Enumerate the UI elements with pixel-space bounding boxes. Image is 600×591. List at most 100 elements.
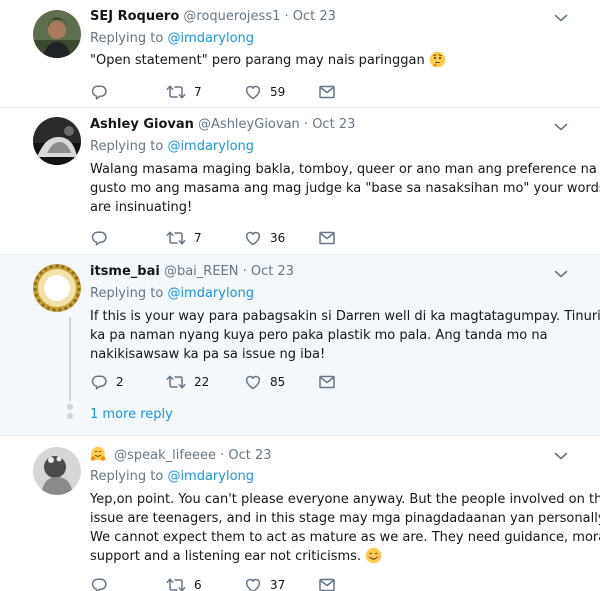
reply-count: 2 bbox=[116, 375, 124, 389]
avatar[interactable] bbox=[33, 447, 81, 495]
separator-dot: · bbox=[242, 264, 247, 279]
replying-prefix: Replying to bbox=[90, 139, 164, 154]
display-name[interactable]: SEJ Roquero bbox=[90, 9, 179, 24]
reply-icon bbox=[90, 229, 108, 247]
thinking-face-emoji bbox=[429, 51, 446, 74]
tweet-text-line: "Open statement" pero parang may nais pa… bbox=[90, 51, 565, 74]
separator-dot: · bbox=[220, 448, 225, 463]
replying-prefix: Replying to bbox=[90, 286, 164, 301]
replying-to-line: Replying to @imdarylong bbox=[90, 139, 254, 154]
tweet-text-line: ka pa naman nyang kuya pero paka plastik… bbox=[90, 328, 548, 343]
like-button[interactable]: 59 bbox=[244, 83, 285, 101]
tweet-date[interactable]: Oct 23 bbox=[312, 117, 355, 132]
user-handle[interactable]: @speak_lifeeee bbox=[114, 448, 216, 463]
like-count: 85 bbox=[270, 375, 286, 389]
replying-to-link[interactable]: @imdarylong bbox=[167, 469, 254, 484]
reply-tweet-4[interactable]: @speak_lifeeee · Oct 23 Replying to @imd… bbox=[0, 436, 600, 591]
direct-message-button[interactable] bbox=[318, 229, 336, 247]
reply-tweet-3[interactable]: itsme_bai @bai_REEN · Oct 23 Replying to… bbox=[0, 255, 600, 436]
reply-tweet-1[interactable]: SEJ Roquero @roquerojess1 · Oct 23 Reply… bbox=[0, 0, 600, 108]
reply-button[interactable] bbox=[90, 576, 108, 591]
user-handle[interactable]: @roquerojess1 bbox=[183, 9, 280, 24]
retweet-count: 22 bbox=[194, 375, 210, 389]
avatar[interactable] bbox=[33, 117, 81, 165]
envelope-icon bbox=[318, 229, 336, 247]
tweet-text: "Open statement" pero parang may nais pa… bbox=[90, 51, 565, 74]
retweet-button[interactable]: 7 bbox=[166, 229, 202, 247]
thread-connector-dot bbox=[67, 404, 73, 410]
heart-icon bbox=[244, 229, 262, 247]
retweet-icon bbox=[166, 83, 186, 101]
replying-to-link[interactable]: @imdarylong bbox=[167, 31, 254, 46]
like-button[interactable]: 36 bbox=[244, 229, 285, 247]
tweet-text: Walang masama maging bakla, tomboy, quee… bbox=[90, 160, 600, 217]
replying-prefix: Replying to bbox=[90, 469, 164, 484]
envelope-icon bbox=[318, 576, 336, 591]
user-handle[interactable]: @bai_REEN bbox=[164, 264, 239, 279]
chevron-down-icon[interactable] bbox=[554, 122, 568, 132]
tweet-text-line: support and a listening ear not criticis… bbox=[90, 547, 565, 570]
direct-message-button[interactable] bbox=[318, 83, 336, 101]
smiling-face-emoji bbox=[365, 547, 382, 570]
reply-button[interactable] bbox=[90, 83, 108, 101]
reply-icon bbox=[90, 373, 108, 391]
replying-to-line: Replying to @imdarylong bbox=[90, 469, 254, 484]
hugging-face-emoji bbox=[90, 446, 106, 466]
like-button[interactable]: 85 bbox=[244, 373, 285, 391]
retweet-button[interactable]: 22 bbox=[166, 373, 209, 391]
tweet-text: If this is your way para pabagsakin si D… bbox=[90, 307, 600, 364]
tweet-text-line: If this is your way para pabagsakin si D… bbox=[90, 309, 600, 324]
retweet-icon bbox=[166, 229, 186, 247]
envelope-icon bbox=[318, 83, 336, 101]
tweet-text-line: Yep,on point. You can't please everyone … bbox=[90, 492, 600, 507]
retweet-count: 7 bbox=[194, 85, 202, 99]
replying-to-link[interactable]: @imdarylong bbox=[167, 286, 254, 301]
tweet-date[interactable]: Oct 23 bbox=[228, 448, 271, 463]
direct-message-button[interactable] bbox=[318, 373, 336, 391]
thread-connector-dot bbox=[67, 413, 73, 419]
separator-dot: · bbox=[303, 117, 309, 132]
like-count: 59 bbox=[270, 85, 286, 99]
tweet-text-line: are insinuating! bbox=[90, 200, 193, 215]
thread-connector-line bbox=[69, 317, 71, 401]
avatar[interactable] bbox=[33, 10, 81, 58]
replying-to-line: Replying to @imdarylong bbox=[90, 31, 254, 46]
tweet-text-line: issue are teenagers, and in this stage m… bbox=[90, 511, 600, 526]
reply-button[interactable]: 2 bbox=[90, 373, 124, 391]
like-count: 36 bbox=[270, 231, 286, 245]
replying-to-line: Replying to @imdarylong bbox=[90, 286, 254, 301]
retweet-icon bbox=[166, 373, 186, 391]
tweet-text-line: gusto mo ang masama ang mag judge ka "ba… bbox=[90, 181, 600, 196]
reply-button[interactable] bbox=[90, 229, 108, 247]
like-count: 37 bbox=[270, 578, 286, 591]
envelope-icon bbox=[318, 373, 336, 391]
heart-icon bbox=[244, 576, 262, 591]
replying-to-link[interactable]: @imdarylong bbox=[167, 139, 254, 154]
like-button[interactable]: 37 bbox=[244, 576, 285, 591]
retweet-button[interactable]: 6 bbox=[166, 576, 202, 591]
tweet-text-line: nakikisawsaw ka pa sa issue ng iba! bbox=[90, 347, 326, 362]
avatar[interactable] bbox=[33, 264, 81, 312]
reply-icon bbox=[90, 83, 108, 101]
retweet-count: 6 bbox=[194, 578, 202, 591]
user-handle[interactable]: @AshleyGiovan bbox=[198, 117, 300, 132]
reply-icon bbox=[90, 576, 108, 591]
chevron-down-icon[interactable] bbox=[554, 13, 568, 23]
tweet-text-line: We cannot expect them to act as mature a… bbox=[90, 530, 600, 545]
display-name[interactable]: itsme_bai bbox=[90, 264, 160, 279]
retweet-button[interactable]: 7 bbox=[166, 83, 202, 101]
retweet-icon bbox=[166, 576, 186, 591]
reply-tweet-2[interactable]: Ashley Giovan @AshleyGiovan · Oct 23 Rep… bbox=[0, 108, 600, 255]
chevron-down-icon[interactable] bbox=[554, 451, 568, 461]
show-more-replies-link[interactable]: 1 more reply bbox=[90, 407, 173, 422]
heart-icon bbox=[244, 373, 262, 391]
tweet-date[interactable]: Oct 23 bbox=[293, 9, 336, 24]
tweet-date[interactable]: Oct 23 bbox=[251, 264, 294, 279]
heart-icon bbox=[244, 83, 262, 101]
separator-dot: · bbox=[284, 9, 289, 24]
replying-prefix: Replying to bbox=[90, 31, 164, 46]
retweet-count: 7 bbox=[194, 231, 202, 245]
direct-message-button[interactable] bbox=[318, 576, 336, 591]
chevron-down-icon[interactable] bbox=[554, 269, 568, 279]
display-name[interactable]: Ashley Giovan bbox=[90, 117, 194, 132]
